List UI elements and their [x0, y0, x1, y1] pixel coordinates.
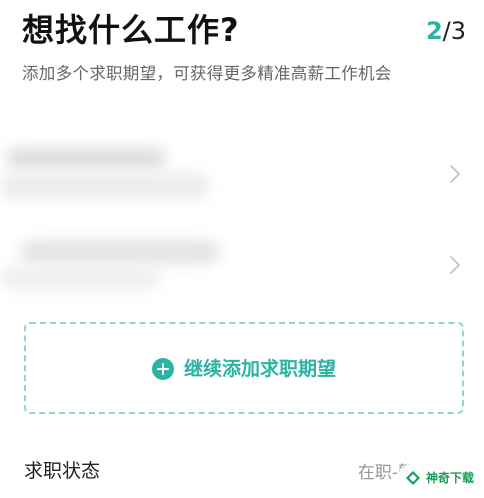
job-status-label: 求职状态 [24, 460, 101, 482]
step-current: 2 [425, 17, 443, 45]
blurred-content [20, 240, 220, 264]
expectation-row-2[interactable] [0, 222, 484, 308]
add-expectation-label: 继续添加求职期望 [183, 358, 336, 380]
job-expectation-page: 想找什么工作? 2/3 添加多个求职期望，可获得更多精准高薪工作机会 继续添加求… [0, 0, 484, 498]
add-expectation-content: 继续添加求职期望 [26, 356, 462, 382]
page-title: 想找什么工作? [22, 11, 240, 49]
blurred-content [0, 266, 160, 290]
step-indicator: 2/3 [426, 14, 466, 48]
expectation-row-1[interactable] [0, 131, 484, 217]
chevron-right-icon [450, 256, 460, 274]
step-total: /3 [442, 17, 466, 45]
watermark-badge: 神奇下载 [398, 464, 480, 492]
blurred-content [6, 147, 166, 169]
plus-circle-icon [151, 358, 174, 380]
page-subtitle: 添加多个求职期望，可获得更多精准高薪工作机会 [22, 64, 392, 83]
watermark-logo-icon [406, 471, 420, 485]
add-expectation-button[interactable]: 继续添加求职期望 [24, 322, 464, 414]
chevron-right-icon [450, 165, 460, 183]
blurred-content [0, 173, 210, 199]
watermark-text: 神奇下载 [426, 471, 475, 485]
